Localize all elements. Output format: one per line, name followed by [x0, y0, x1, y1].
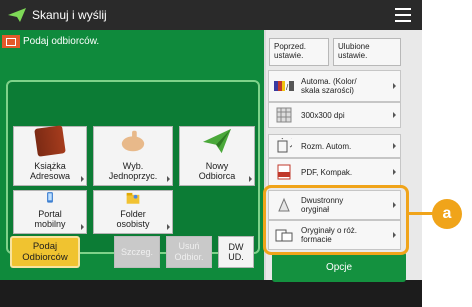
device-screen: Skanuj i wyślij Podaj odbiorców. Książka…	[0, 0, 422, 307]
personal-folder-button[interactable]: Folder osobisty	[93, 190, 173, 234]
favorite-settings-button[interactable]: Ulubione ustawie.	[333, 38, 401, 66]
color-mode-setting[interactable]: / Automa. (Kolor/ skala szarości)	[268, 70, 401, 102]
details-button[interactable]: Szczeg.	[114, 236, 160, 268]
callout-connector	[409, 212, 433, 215]
one-touch-button[interactable]: Wyb. Jednoprzyc.	[93, 126, 173, 186]
personal-folder-icon	[126, 192, 140, 204]
menu-icon[interactable]	[392, 7, 414, 23]
tile-label: Książka Adresowa	[29, 161, 71, 181]
setting-label: Automa. (Kolor/ skala szarości)	[301, 77, 357, 95]
options-button[interactable]: Opcje	[272, 252, 406, 282]
page-title: Podaj odbiorców.	[0, 32, 99, 50]
specify-destinations-button[interactable]: Podaj Odbiorców	[10, 236, 80, 268]
title-bar: Skanuj i wyślij	[0, 0, 422, 30]
paper-plane-icon	[8, 8, 26, 22]
status-bar	[0, 284, 422, 307]
scan-size-icon	[273, 135, 295, 157]
pdf-file-icon	[273, 161, 295, 183]
tile-label: Folder osobisty	[116, 209, 150, 229]
one-touch-hand-icon	[121, 130, 145, 152]
tile-label: Wyb. Jednoprzyc.	[108, 161, 158, 181]
svg-text:/: /	[286, 83, 289, 91]
scan-size-setting[interactable]: Rozm. Autom.	[268, 134, 401, 158]
mobile-portal-button[interactable]: Portal mobilny	[13, 190, 87, 234]
address-book-button[interactable]: Książka Adresowa	[13, 125, 87, 186]
paper-plane-icon	[203, 128, 231, 154]
setting-label: PDF, Kompak.	[301, 167, 353, 177]
address-book-icon	[34, 125, 66, 157]
callout-highlight-frame	[263, 185, 409, 255]
setting-label: 300x300 dpi	[301, 110, 345, 120]
setting-label: Rozm. Autom.	[301, 141, 352, 151]
destination-flag-icon	[2, 34, 20, 48]
color-mode-icon: /	[273, 75, 295, 97]
page-title-text: Podaj odbiorców.	[23, 35, 100, 47]
window-title: Skanuj i wyślij	[32, 8, 107, 22]
previous-settings-button[interactable]: Poprzed. ustawie.	[269, 38, 329, 66]
remove-destination-button[interactable]: Usuń Odbior.	[166, 236, 212, 268]
file-format-setting[interactable]: PDF, Kompak.	[268, 158, 401, 186]
tile-label: Portal mobilny	[34, 209, 66, 229]
callout-marker-a: a	[432, 199, 462, 229]
mobile-portal-icon	[47, 192, 53, 203]
resolution-icon	[273, 104, 295, 126]
new-destination-button[interactable]: Nowy Odbiorca	[179, 126, 255, 186]
cc-bcc-button[interactable]: DW UD.	[218, 236, 254, 268]
destination-tile-group: Książka Adresowa Wyb. Jednoprzyc. Nowy O…	[6, 80, 260, 254]
resolution-setting[interactable]: 300x300 dpi	[268, 102, 401, 128]
destination-panel: Podaj odbiorców. Książka Adresowa Wyb. J…	[0, 30, 266, 280]
tile-label: Nowy Odbiorca	[198, 161, 236, 181]
